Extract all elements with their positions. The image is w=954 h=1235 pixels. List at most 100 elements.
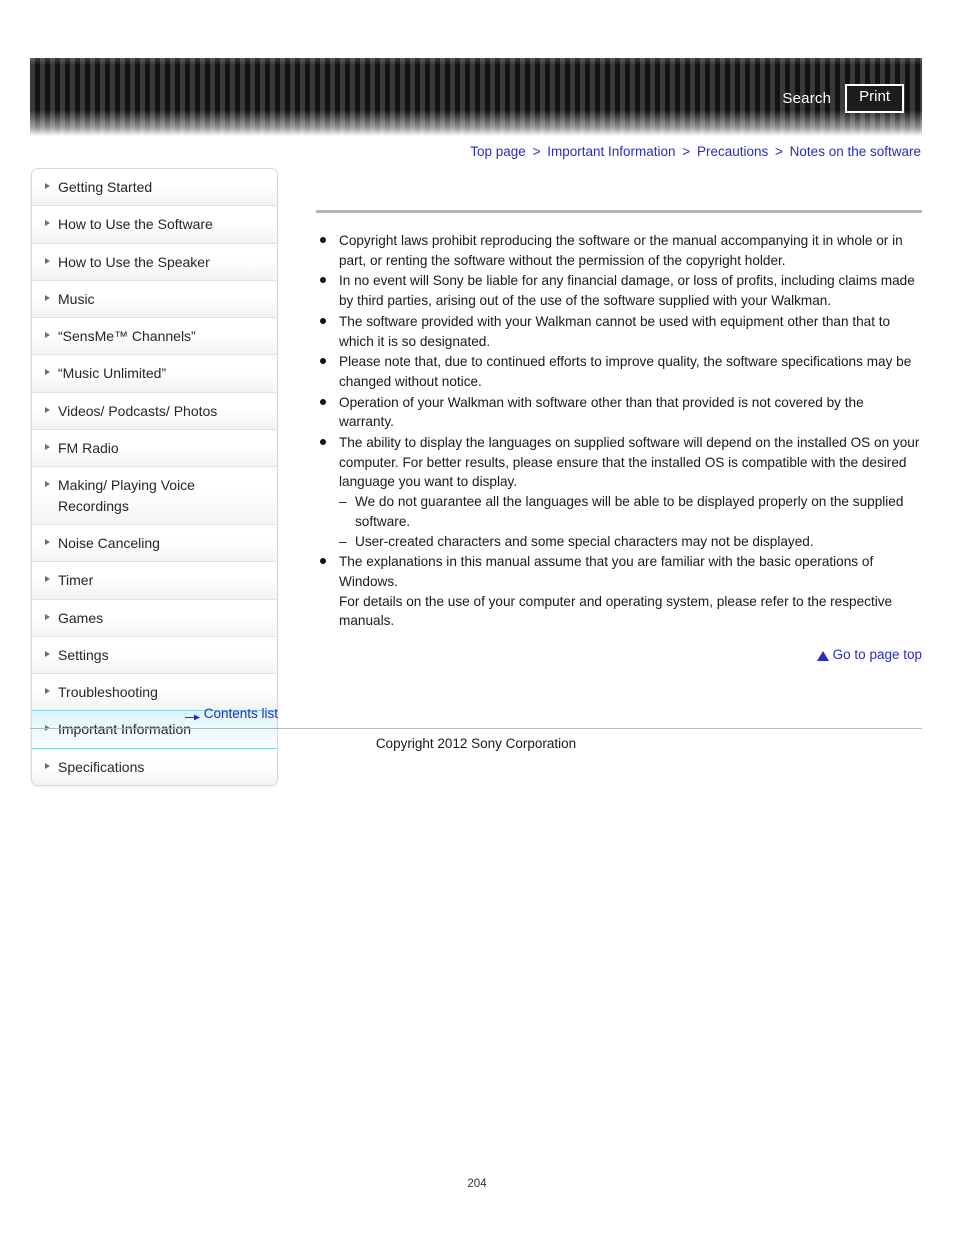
note-bullet: In no event will Sony be liable for any …: [316, 271, 922, 310]
bullet-dot-icon: [320, 398, 326, 405]
copyright-text: Copyright 2012 Sony Corporation: [375, 736, 577, 751]
triangle-right-icon: [45, 613, 50, 620]
sidebar-item-fm-radio[interactable]: FM Radio: [32, 430, 277, 468]
triangle-right-icon: [45, 294, 50, 301]
triangle-right-icon: [45, 220, 50, 227]
sidebar-item-sensme-channels[interactable]: “SensMe™ Channels”: [32, 318, 277, 356]
note-bullet-text: Copyright laws prohibit reproducing the …: [339, 233, 903, 268]
bullet-dot-icon: [320, 277, 326, 284]
sidebar-item-music-unlimited[interactable]: “Music Unlimited”: [32, 355, 277, 393]
bullet-dot-icon: [320, 358, 326, 365]
sidebar-item-music[interactable]: Music: [32, 280, 277, 319]
sidebar-item-settings[interactable]: Settings: [32, 636, 277, 675]
note-bullet-text: In no event will Sony be liable for any …: [339, 273, 915, 309]
go-to-page-top-label: Go to page top: [832, 647, 922, 663]
note-subbullet-text: We do not guarantee all the languages wi…: [355, 494, 904, 529]
triangle-up-icon: [816, 650, 829, 661]
breadcrumb: Top page > Important Information > Preca…: [470, 144, 921, 159]
triangle-right-icon: [45, 257, 50, 264]
note-bullet-text: The ability to display the languages on …: [339, 435, 920, 490]
note-subbullet: – User-created characters and some specia…: [339, 532, 922, 552]
sidebar-item-label: “Music Unlimited”: [58, 365, 167, 382]
bullet-dot-icon: [320, 237, 326, 243]
sidebar-navigation: Getting Started How to Use the Software Ho…: [31, 168, 278, 787]
note-bullet: The software provided with your Walkman …: [316, 312, 922, 351]
breadcrumb-item-precautions[interactable]: Precautions: [697, 144, 768, 159]
dash-marker-icon: –: [339, 494, 347, 510]
sidebar-item-label: Troubleshooting: [58, 684, 158, 701]
bullet-dot-icon: [320, 439, 326, 446]
sidebar-item-label: Specifications: [58, 758, 145, 775]
breadcrumb-item-top-page[interactable]: Top page: [470, 144, 526, 159]
dash-marker-icon: –: [339, 533, 347, 549]
triangle-right-icon: [45, 406, 50, 413]
note-subbullet: – We do not guarantee all the languages w…: [339, 492, 922, 531]
note-bullet: Please note that, due to continued effor…: [316, 352, 922, 391]
contents-list-link[interactable]: Contents list: [184, 706, 278, 721]
main-content: Copyright laws prohibit reproducing the …: [316, 180, 922, 663]
title-divider: [316, 210, 922, 213]
go-to-page-top-link[interactable]: Go to page top: [816, 647, 922, 663]
sidebar-item-label: Music: [58, 290, 95, 307]
sidebar-item-label: “SensMe™ Channels”: [58, 328, 196, 345]
breadcrumb-separator: >: [775, 144, 783, 159]
triangle-right-icon: [45, 369, 50, 376]
print-button[interactable]: Print: [845, 84, 904, 113]
breadcrumb-item-important-information[interactable]: Important Information: [547, 144, 675, 159]
page-title: [316, 180, 922, 202]
contents-list-label: Contents list: [203, 706, 278, 721]
note-bullet-text: Operation of your Walkman with software …: [339, 394, 864, 430]
triangle-right-icon: [45, 688, 50, 695]
sidebar-item-label: FM Radio: [58, 440, 119, 457]
breadcrumb-separator: >: [532, 144, 541, 159]
sidebar-item-label: Videos/ Podcasts/ Photos: [58, 402, 218, 419]
sidebar-item-making-playing-voice-recordings[interactable]: Making/ Playing Voice Recordings: [32, 467, 277, 525]
sidebar-item-label: How to Use the Speaker: [58, 253, 210, 270]
sidebar-item-label: Making/ Playing Voice Recordings: [58, 477, 195, 514]
note-bullet: The explanations in this manual assume t…: [316, 552, 922, 631]
note-bullet: Copyright laws prohibit reproducing the …: [316, 231, 922, 270]
triangle-right-icon: [45, 762, 50, 769]
note-extra-paragraph: For details on the use of your computer …: [339, 593, 893, 629]
sidebar-item-getting-started[interactable]: Getting Started: [32, 169, 277, 207]
triangle-right-icon: [45, 538, 50, 545]
header-controls: Search Print: [782, 84, 904, 113]
triangle-right-icon: [45, 576, 50, 583]
sidebar-item-label: Timer: [58, 572, 94, 589]
header-banner: Search Print: [30, 58, 922, 136]
triangle-right-icon: [45, 650, 50, 657]
sidebar-item-label: How to Use the Software: [58, 216, 213, 233]
note-bullet-text: The software provided with your Walkman …: [339, 313, 891, 349]
sidebar-item-label: Games: [58, 609, 104, 626]
sidebar-item-how-to-use-the-software[interactable]: How to Use the Software: [32, 206, 277, 244]
sidebar-item-timer[interactable]: Timer: [32, 562, 277, 600]
breadcrumb-separator: >: [682, 144, 691, 159]
note-bullet-text: The explanations in this manual assume t…: [339, 554, 874, 589]
sidebar-item-label: Getting Started: [58, 179, 153, 195]
sidebar-item-games[interactable]: Games: [32, 599, 277, 637]
bullet-dot-icon: [320, 558, 326, 565]
note-bullet-text: Please note that, due to continued effor…: [339, 354, 912, 389]
note-bullet: The ability to display the languages on …: [316, 433, 922, 551]
sidebar-item-noise-canceling[interactable]: Noise Canceling: [32, 524, 277, 563]
notes-bullet-list: Copyright laws prohibit reproducing the …: [316, 231, 922, 631]
breadcrumb-item-notes-on-the-software[interactable]: Notes on the software: [790, 144, 921, 159]
arrow-right-icon: [184, 710, 200, 721]
triangle-right-icon: [45, 444, 50, 451]
note-bullet: Operation of your Walkman with software …: [316, 393, 922, 432]
triangle-right-icon: [45, 332, 50, 339]
bullet-dot-icon: [320, 317, 326, 324]
sidebar-item-label: Noise Canceling: [58, 534, 160, 551]
page-top-row: Go to page top: [316, 647, 922, 663]
sidebar-item-label: Settings: [58, 646, 109, 663]
contents-list-row: Contents list: [31, 706, 278, 724]
sidebar-item-how-to-use-the-speaker[interactable]: How to Use the Speaker: [32, 243, 277, 281]
search-link[interactable]: Search: [782, 90, 831, 107]
note-subbullet-text: User-created characters and some special…: [355, 533, 814, 549]
triangle-right-icon: [45, 183, 50, 189]
page-number: 204: [467, 1178, 487, 1190]
triangle-right-icon: [45, 481, 50, 488]
note-subbullet-list: – We do not guarantee all the languages w…: [339, 492, 922, 551]
sidebar-item-specifications[interactable]: Specifications: [32, 748, 277, 786]
sidebar-item-videos-podcasts-photos[interactable]: Videos/ Podcasts/ Photos: [32, 392, 277, 431]
